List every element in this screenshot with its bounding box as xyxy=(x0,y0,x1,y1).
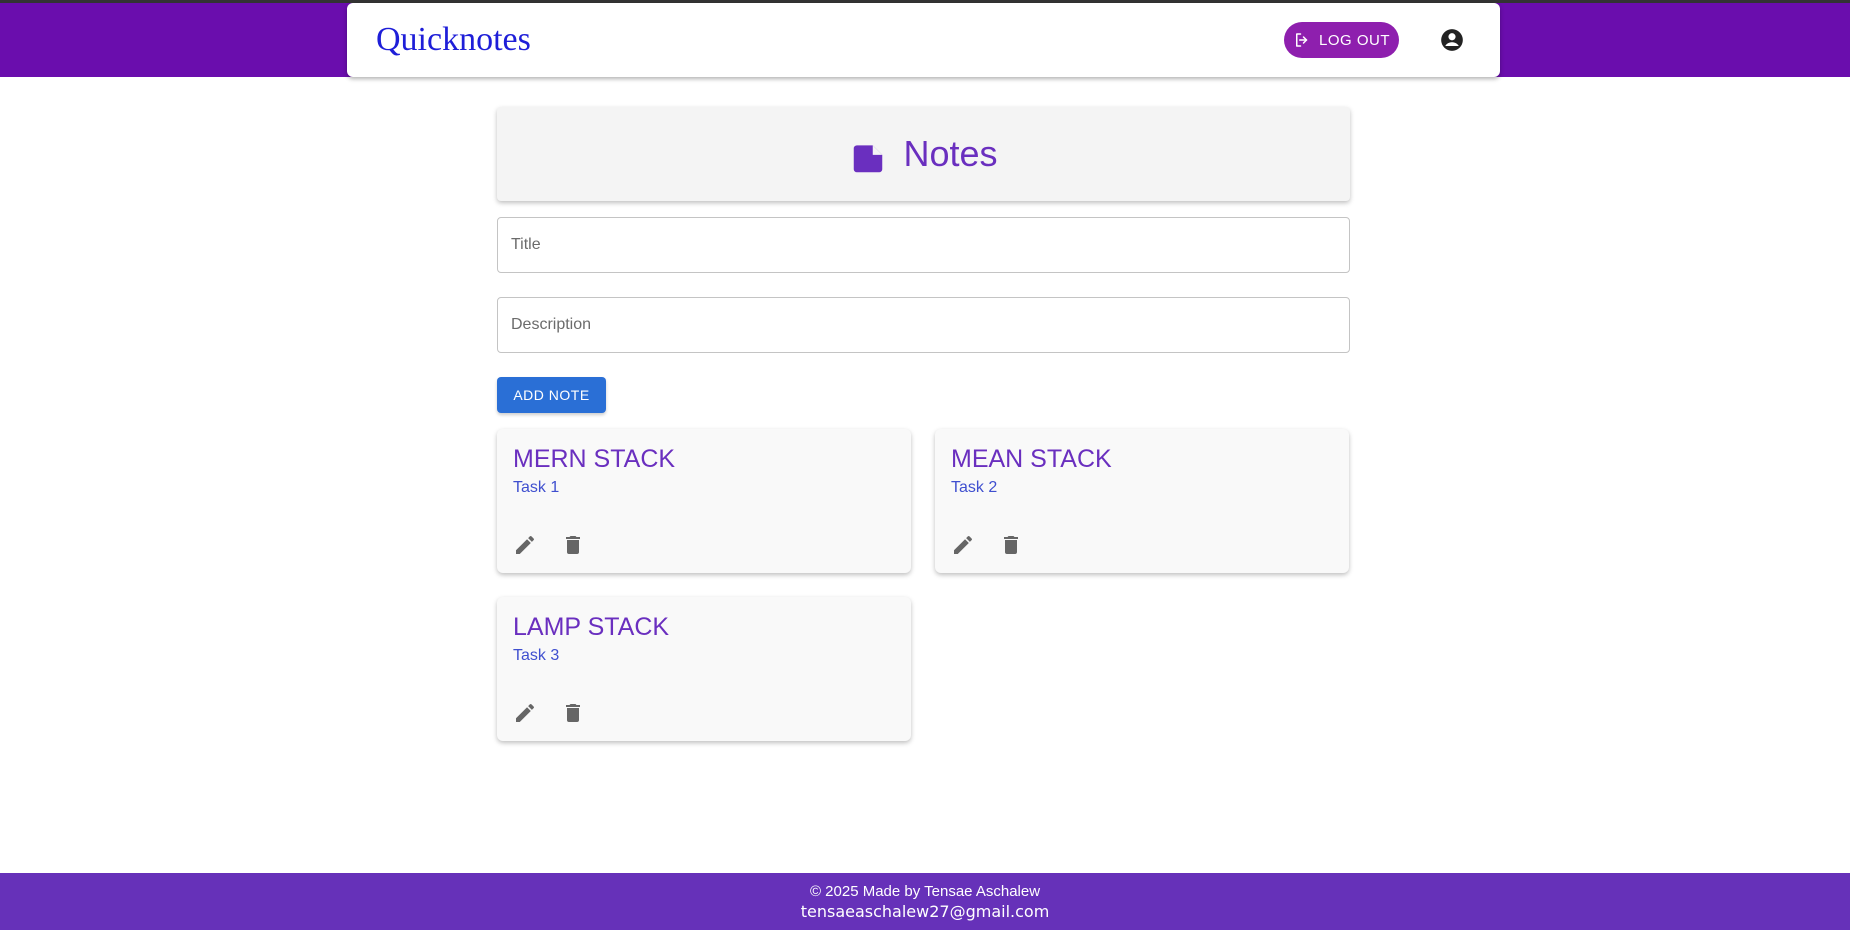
note-card: LAMP STACK Task 3 xyxy=(497,597,911,741)
edit-icon xyxy=(954,535,973,554)
note-description: Task 2 xyxy=(951,479,998,496)
delete-button-3[interactable] xyxy=(559,699,587,727)
title-input[interactable] xyxy=(497,217,1350,273)
note-folder-icon xyxy=(854,145,883,173)
edit-button-1[interactable] xyxy=(511,531,539,559)
page-title: Notes xyxy=(903,133,998,174)
description-input[interactable] xyxy=(497,297,1350,353)
logout-label: LOG OUT xyxy=(1318,31,1390,49)
account-circle-icon[interactable] xyxy=(1439,27,1465,53)
note-card: MEAN STACK Task 2 xyxy=(935,429,1349,573)
note-title: LAMP STACK xyxy=(513,613,670,641)
note-description: Task 1 xyxy=(513,479,560,496)
logout-button[interactable]: LOG OUT xyxy=(1284,22,1399,58)
footer-email: tensaeaschalew27@gmail.com xyxy=(800,902,1050,921)
edit-button-3[interactable] xyxy=(511,699,539,727)
footer: © 2025 Made by Tensae Aschalew tensaeasc… xyxy=(0,873,1850,930)
notes-header: Notes xyxy=(497,107,1350,201)
edit-button-2[interactable] xyxy=(949,531,977,559)
note-description: Task 3 xyxy=(513,647,560,664)
brand-logo[interactable]: Quicknotes xyxy=(376,21,531,59)
delete-icon xyxy=(566,704,580,722)
delete-button-1[interactable] xyxy=(559,531,587,559)
delete-icon xyxy=(1004,536,1018,554)
add-note-button[interactable]: ADD NOTE xyxy=(497,377,606,413)
note-card: MERN STACK Task 1 xyxy=(497,429,911,573)
logout-icon xyxy=(1295,33,1308,47)
footer-credit: © 2025 Made by Tensae Aschalew xyxy=(809,883,1041,900)
note-title: MERN STACK xyxy=(513,445,676,473)
edit-icon xyxy=(516,703,535,722)
note-title: MEAN STACK xyxy=(951,445,1112,473)
delete-button-2[interactable] xyxy=(997,531,1025,559)
edit-icon xyxy=(516,535,535,554)
delete-icon xyxy=(566,536,580,554)
navbar: Quicknotes LOG OUT xyxy=(347,3,1500,77)
